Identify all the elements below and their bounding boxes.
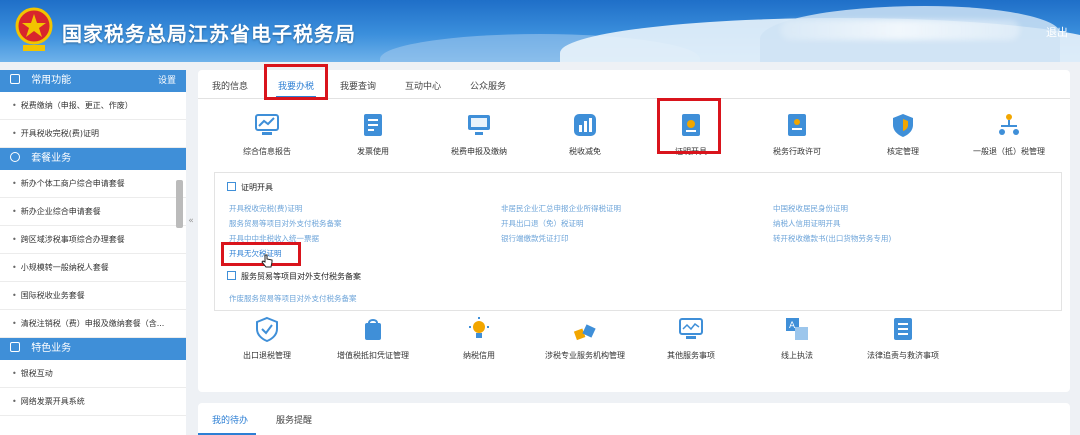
link-resident-identity[interactable]: 中国税收居民身份证明 <box>773 203 848 214</box>
service-admin-license[interactable]: 税务行政许可 <box>752 112 842 157</box>
site-title: 国家税务总局江苏省电子税务局 <box>62 22 356 46</box>
tax-emblem-icon <box>15 7 53 51</box>
link-service-trade-filing[interactable]: 服务贸易等项目对外支付税务备案 <box>229 218 342 229</box>
link-nonresident-certificate[interactable]: 非居民企业汇总申报企业所得税证明 <box>501 203 621 214</box>
user-info-blurred <box>780 20 1020 40</box>
star-icon <box>10 74 20 84</box>
package-icon <box>10 152 20 162</box>
grid-icon <box>10 342 20 352</box>
sidebar-scrollbar[interactable] <box>176 180 183 228</box>
service-tax-agency[interactable]: 涉税专业服务机构管理 <box>540 316 630 361</box>
link-bank-receipt-print[interactable]: 银行端缴款凭证打印 <box>501 233 569 244</box>
highlight-box-tab <box>264 64 328 100</box>
document-icon <box>364 114 382 136</box>
sidebar: 常用功能 设置 税费缴纳（申报、更正、作废） 开具税收完税(费)证明 套餐业务 … <box>0 70 186 435</box>
license-book-icon <box>788 114 806 136</box>
service-tax-credit[interactable]: 纳税信用 <box>434 316 524 361</box>
link-tax-payment-certificate[interactable]: 开具税收完税(费)证明 <box>229 203 302 214</box>
sidebar-item[interactable]: 银税互动 <box>0 360 186 388</box>
document-list-icon <box>894 318 912 340</box>
shield-check-icon <box>256 316 278 343</box>
service-tax-reduction[interactable]: 税收减免 <box>540 112 630 157</box>
monitor-chart-icon <box>255 114 279 135</box>
sidebar-item[interactable]: 国际税收业务套餐 <box>0 282 186 310</box>
section-title-certificate: 证明开具 <box>227 182 273 193</box>
service-legal-remedy[interactable]: 法律追责与救济事项 <box>858 316 948 361</box>
site-header: 国家税务总局江苏省电子税务局 退出 <box>0 0 1080 62</box>
link-export-refund-certificate[interactable]: 开具出口退（免）税证明 <box>501 218 584 229</box>
service-export-refund[interactable]: 出口退税管理 <box>222 316 312 361</box>
sidebar-item[interactable]: 税费缴纳（申报、更正、作废） <box>0 92 186 120</box>
service-assessment[interactable]: 核定管理 <box>858 112 948 157</box>
link-transfer-tax-receipt[interactable]: 转开税收缴款书(出口货物劳务专用) <box>773 233 891 244</box>
sidebar-item[interactable]: 开具税收完税(费)证明 <box>0 120 186 148</box>
service-other[interactable]: 其他服务事项 <box>646 316 736 361</box>
certificate-subpanel: 证明开具 开具税收完税(费)证明 服务贸易等项目对外支付税务备案 开具中中非税收… <box>214 172 1062 311</box>
logout-link[interactable]: 退出 <box>1046 24 1068 40</box>
sidebar-item[interactable]: 网络发票开具系统 <box>0 388 186 416</box>
tab-service-reminder[interactable]: 服务提醒 <box>276 413 312 426</box>
service-vat-deduction[interactable]: 增值税抵扣凭证管理 <box>328 316 418 361</box>
sidebar-collapse-icon[interactable]: « <box>186 216 196 234</box>
link-credit-certificate[interactable]: 纳税人信用证明开具 <box>773 218 841 229</box>
todo-panel: 我的待办 服务提醒 <box>198 403 1070 435</box>
highlight-box-certificate <box>657 98 721 154</box>
tools-icon <box>573 324 596 341</box>
tab-query[interactable]: 我要查询 <box>340 79 376 92</box>
shield-icon <box>893 114 913 137</box>
sidebar-section-packages[interactable]: 套餐业务 <box>0 148 186 170</box>
svg-text:A: A <box>789 321 796 331</box>
computer-icon <box>468 115 490 135</box>
main-panel: 我的信息 我要办税 我要查询 互动中心 公众服务 综合信息报告 发票使用 税费申… <box>198 64 1070 392</box>
hand-cursor-icon <box>261 254 273 268</box>
sidebar-item[interactable]: 清税注销税（费）申报及缴纳套餐（含... <box>0 310 186 338</box>
main-tabs: 我的信息 我要办税 我要查询 互动中心 公众服务 <box>198 70 1070 99</box>
bag-icon <box>365 319 381 340</box>
sidebar-item[interactable]: 小规模转一般纳税人套餐 <box>0 254 186 282</box>
service-online-enforcement[interactable]: A 线上执法 <box>752 316 842 361</box>
lightbulb-icon <box>469 317 489 338</box>
tab-interaction[interactable]: 互动中心 <box>405 79 441 92</box>
bar-chart-icon <box>574 114 596 136</box>
tab-public-service[interactable]: 公众服务 <box>470 79 506 92</box>
section-title-service-trade: 服务贸易等项目对外支付税务备案 <box>227 271 361 282</box>
service-invoice-use[interactable]: 发票使用 <box>328 112 418 157</box>
translate-icon: A <box>786 318 808 340</box>
link-void-service-trade[interactable]: 作废服务贸易等项目对外支付税务备案 <box>229 293 357 304</box>
sidebar-item[interactable]: 跨区域涉税事项综合办理套餐 <box>0 226 186 254</box>
org-chart-icon <box>999 114 1019 135</box>
sidebar-section-frequent[interactable]: 常用功能 设置 <box>0 70 186 92</box>
sidebar-section-special[interactable]: 特色业务 <box>0 338 186 360</box>
tab-my-info[interactable]: 我的信息 <box>212 79 248 92</box>
service-comprehensive-report[interactable]: 综合信息报告 <box>222 112 312 157</box>
tab-my-todo[interactable]: 我的待办 <box>212 413 248 426</box>
sidebar-settings-link[interactable]: 设置 <box>158 70 176 92</box>
sidebar-item[interactable]: 新办企业综合申请套餐 <box>0 198 186 226</box>
service-tax-refund[interactable]: 一般退（抵）税管理 <box>964 112 1054 157</box>
sidebar-item[interactable]: 新办个体工商户综合申请套餐 <box>0 170 186 198</box>
monitor-icon <box>679 318 703 339</box>
service-tax-declaration[interactable]: 税费申报及缴纳 <box>434 112 524 157</box>
